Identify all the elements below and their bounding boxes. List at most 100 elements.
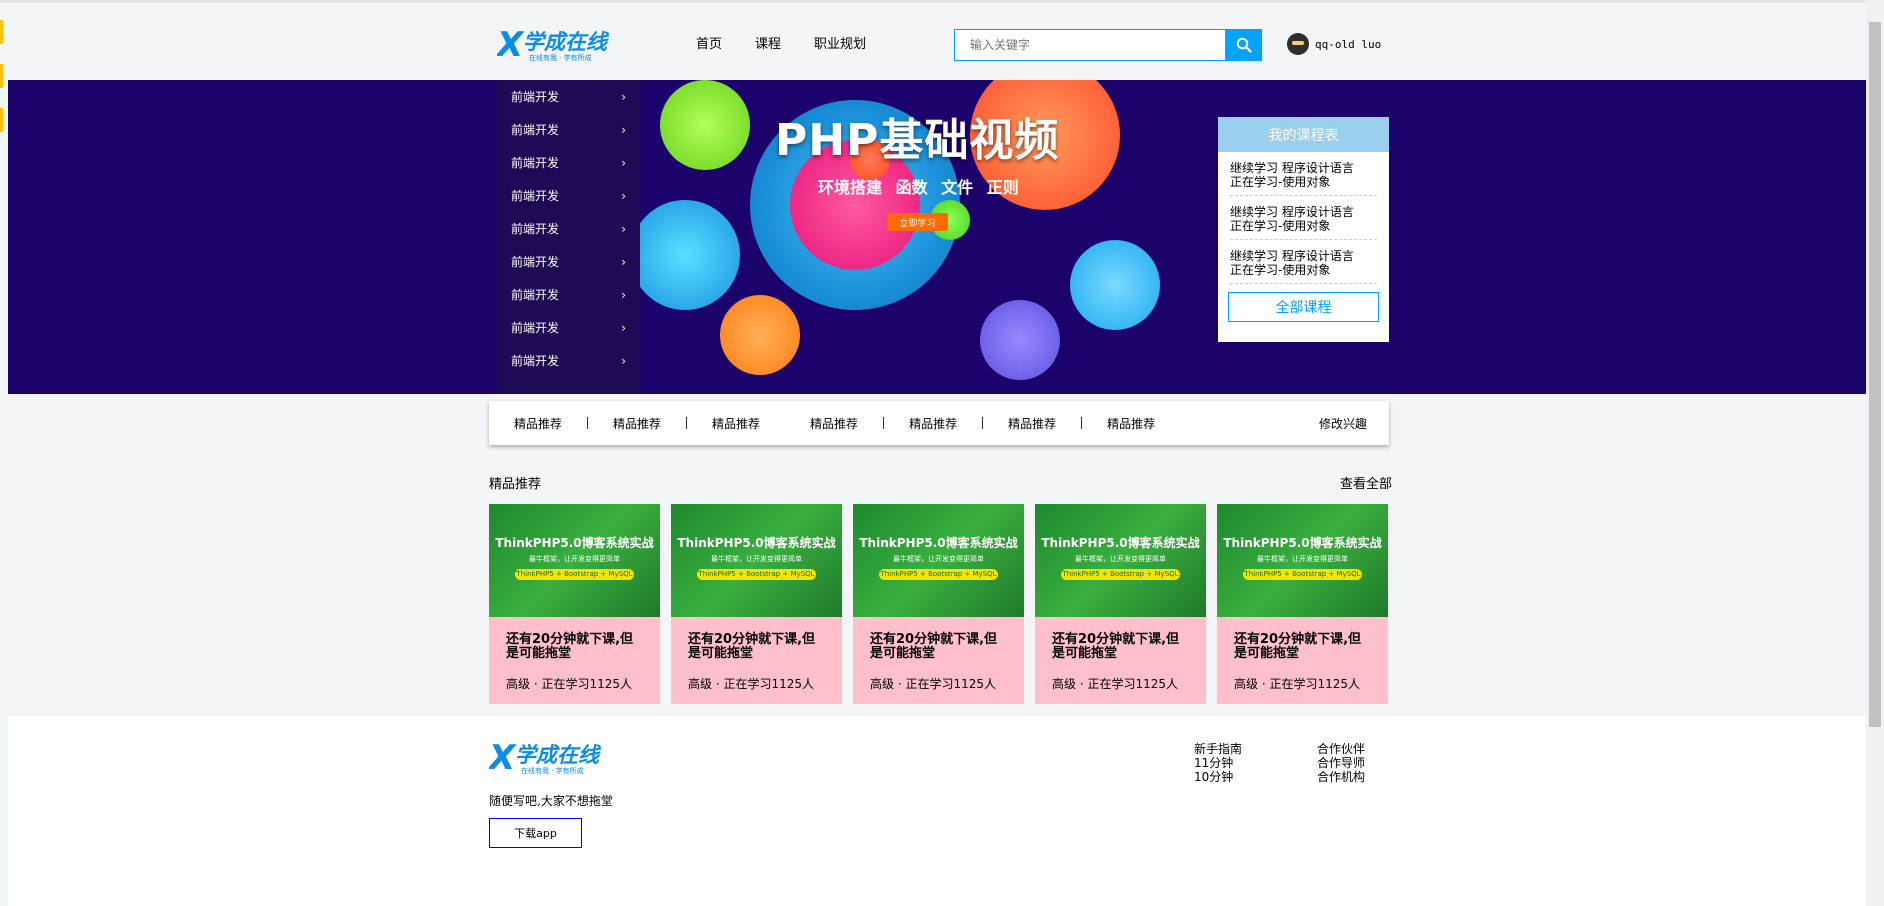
- banner-cta-button[interactable]: 立即学习: [887, 213, 948, 231]
- nav-career[interactable]: 职业规划: [814, 33, 866, 52]
- course-title[interactable]: 还有20分钟就下课,但是可能拖堂: [688, 633, 825, 665]
- footer-link[interactable]: 10分钟: [1194, 770, 1242, 784]
- chevron-right-icon: ›: [621, 254, 626, 269]
- recommend-tab[interactable]: 精品推荐: [489, 415, 587, 432]
- category-item[interactable]: 前端开发 ›: [497, 179, 640, 212]
- site-logo[interactable]: X 学成在线 在线有我 · 学有所成: [495, 25, 645, 65]
- course-card[interactable]: ThinkPHP5.0博客系统实战 最牛框架，让开发变得更简单 ThinkPHP…: [1035, 504, 1206, 704]
- course-card-body: 还有20分钟就下课,但是可能拖堂 高级 · 正在学习1125人: [1217, 617, 1388, 704]
- left-edge-strip: [0, 20, 3, 152]
- footer-links-col2: 合作伙伴 合作导师 合作机构: [1317, 742, 1365, 784]
- course-title[interactable]: 还有20分钟就下课,但是可能拖堂: [1052, 633, 1189, 665]
- scrollbar-thumb[interactable]: [1869, 22, 1881, 727]
- category-item[interactable]: 前端开发 ›: [497, 344, 640, 377]
- course-meta: 高级 · 正在学习1125人: [688, 677, 814, 691]
- course-card[interactable]: ThinkPHP5.0博客系统实战 最牛框架，让开发变得更简单 ThinkPHP…: [1217, 504, 1388, 704]
- category-item[interactable]: 前端开发 ›: [497, 146, 640, 179]
- course-card[interactable]: ThinkPHP5.0博客系统实战 最牛框架，让开发变得更简单 ThinkPHP…: [489, 504, 660, 704]
- footer-link[interactable]: 11分钟: [1194, 756, 1242, 770]
- chevron-right-icon: ›: [621, 89, 626, 104]
- svg-text:X: X: [497, 27, 525, 63]
- course-thumbnail[interactable]: ThinkPHP5.0博客系统实战 最牛框架，让开发变得更简单 ThinkPHP…: [1035, 504, 1206, 617]
- search-box: [954, 29, 1262, 61]
- section-title: 精品推荐: [489, 477, 542, 492]
- category-item[interactable]: 前端开发 ›: [497, 212, 640, 245]
- footer-link[interactable]: 合作机构: [1317, 770, 1365, 784]
- chevron-right-icon: ›: [621, 155, 626, 170]
- banner-decor-circle: [640, 200, 740, 310]
- recommend-tab[interactable]: 精品推荐: [588, 415, 686, 432]
- footer-link[interactable]: 新手指南: [1194, 742, 1242, 756]
- my-course-item[interactable]: 继续学习 程序设计语言 正在学习-使用对象: [1230, 240, 1377, 284]
- category-item[interactable]: 前端开发 ›: [497, 278, 640, 311]
- nav-courses[interactable]: 课程: [755, 33, 781, 52]
- course-card-body: 还有20分钟就下课,但是可能拖堂 高级 · 正在学习1125人: [671, 617, 842, 704]
- chevron-right-icon: ›: [621, 122, 626, 137]
- banner-decor-circle: [720, 295, 800, 375]
- category-item[interactable]: 前端开发 ›: [497, 113, 640, 146]
- course-card-body: 还有20分钟就下课,但是可能拖堂 高级 · 正在学习1125人: [1035, 617, 1206, 704]
- recommend-tab[interactable]: 精品推荐: [884, 415, 982, 432]
- course-thumbnail[interactable]: ThinkPHP5.0博客系统实战 最牛框架，让开发变得更简单 ThinkPHP…: [853, 504, 1024, 617]
- course-title[interactable]: 还有20分钟就下课,但是可能拖堂: [1234, 633, 1371, 665]
- my-course-item[interactable]: 继续学习 程序设计语言 正在学习-使用对象: [1230, 196, 1377, 240]
- search-button[interactable]: [1226, 29, 1262, 61]
- svg-text:在线有我 · 学有所成: 在线有我 · 学有所成: [521, 766, 584, 775]
- footer-description: 随便写吧,大家不想拖堂: [489, 794, 613, 808]
- my-courses-panel: 我的课程表 继续学习 程序设计语言 正在学习-使用对象 继续学习 程序设计语言 …: [1218, 117, 1389, 342]
- recommend-tab[interactable]: 精品推荐: [983, 415, 1081, 432]
- course-meta: 高级 · 正在学习1125人: [870, 677, 996, 691]
- chevron-right-icon: ›: [621, 353, 626, 368]
- nav-home[interactable]: 首页: [696, 33, 722, 52]
- course-card[interactable]: ThinkPHP5.0博客系统实战 最牛框架，让开发变得更简单 ThinkPHP…: [671, 504, 842, 704]
- course-thumbnail[interactable]: ThinkPHP5.0博客系统实战 最牛框架，让开发变得更简单 ThinkPHP…: [671, 504, 842, 617]
- banner-title: PHP基础视频: [775, 115, 1060, 166]
- course-card[interactable]: ThinkPHP5.0博客系统实战 最牛框架，让开发变得更简单 ThinkPHP…: [853, 504, 1024, 704]
- my-course-item[interactable]: 继续学习 程序设计语言 正在学习-使用对象: [1230, 152, 1377, 196]
- course-title[interactable]: 还有20分钟就下课,但是可能拖堂: [870, 633, 1007, 665]
- recommend-bar: 精品推荐 精品推荐 精品推荐 精品推荐 精品推荐 精品推荐 精品推荐 修改兴趣: [489, 401, 1389, 445]
- logo-icon: X 学成在线 在线有我 · 学有所成: [487, 738, 602, 778]
- category-item[interactable]: 前端开发 ›: [497, 245, 640, 278]
- banner-subtitle: 环境搭建 函数 文件 正则: [818, 178, 1019, 197]
- banner-decor-circle: [980, 300, 1060, 380]
- footer-links-col1: 新手指南 11分钟 10分钟: [1194, 742, 1242, 784]
- category-item[interactable]: 前端开发 ›: [497, 80, 640, 113]
- all-courses-button[interactable]: 全部课程: [1228, 292, 1379, 322]
- course-thumbnail[interactable]: ThinkPHP5.0博客系统实战 最牛框架，让开发变得更简单 ThinkPHP…: [1217, 504, 1388, 617]
- svg-text:在线有我 · 学有所成: 在线有我 · 学有所成: [529, 53, 592, 62]
- course-meta: 高级 · 正在学习1125人: [1234, 677, 1360, 691]
- avatar[interactable]: [1287, 33, 1309, 55]
- main-nav: 首页 课程 职业规划: [696, 33, 899, 52]
- course-title[interactable]: 还有20分钟就下课,但是可能拖堂: [506, 633, 643, 665]
- see-all-link[interactable]: 查看全部: [1340, 473, 1392, 492]
- course-card-body: 还有20分钟就下课,但是可能拖堂 高级 · 正在学习1125人: [853, 617, 1024, 704]
- chevron-right-icon: ›: [621, 221, 626, 236]
- user-info[interactable]: qq-old luo: [1287, 33, 1381, 55]
- course-meta: 高级 · 正在学习1125人: [506, 677, 632, 691]
- search-input[interactable]: [954, 29, 1226, 61]
- chevron-right-icon: ›: [621, 188, 626, 203]
- course-card-list: ThinkPHP5.0博客系统实战 最牛框架，让开发变得更简单 ThinkPHP…: [489, 504, 1388, 704]
- footer-link[interactable]: 合作导师: [1317, 756, 1365, 770]
- category-item[interactable]: 前端开发 ›: [497, 311, 640, 344]
- page-scrollbar[interactable]: [1866, 0, 1884, 906]
- footer-link[interactable]: 合作伙伴: [1317, 742, 1365, 756]
- download-app-button[interactable]: 下载app: [489, 818, 582, 848]
- course-card-body: 还有20分钟就下课,但是可能拖堂 高级 · 正在学习1125人: [489, 617, 660, 704]
- banner-decor-circle: [1070, 240, 1160, 330]
- username[interactable]: qq-old luo: [1315, 38, 1381, 51]
- course-thumbnail[interactable]: ThinkPHP5.0博客系统实战 最牛框架，让开发变得更简单 ThinkPHP…: [489, 504, 660, 617]
- edit-interests-link[interactable]: 修改兴趣: [1319, 415, 1367, 432]
- svg-text:学成在线: 学成在线: [515, 743, 602, 767]
- recommend-tab[interactable]: 精品推荐: [687, 415, 785, 432]
- svg-text:X: X: [489, 740, 517, 776]
- course-meta: 高级 · 正在学习1125人: [1052, 677, 1178, 691]
- banner-decor-circle: [660, 80, 750, 170]
- chevron-right-icon: ›: [621, 320, 626, 335]
- footer-logo[interactable]: X 学成在线 在线有我 · 学有所成: [487, 738, 637, 778]
- recommend-tab[interactable]: 精品推荐: [785, 415, 883, 432]
- recommend-tab[interactable]: 精品推荐: [1082, 415, 1180, 432]
- site-footer: X 学成在线 在线有我 · 学有所成 随便写吧,大家不想拖堂 下载app 新手指…: [8, 716, 1866, 906]
- chevron-right-icon: ›: [621, 287, 626, 302]
